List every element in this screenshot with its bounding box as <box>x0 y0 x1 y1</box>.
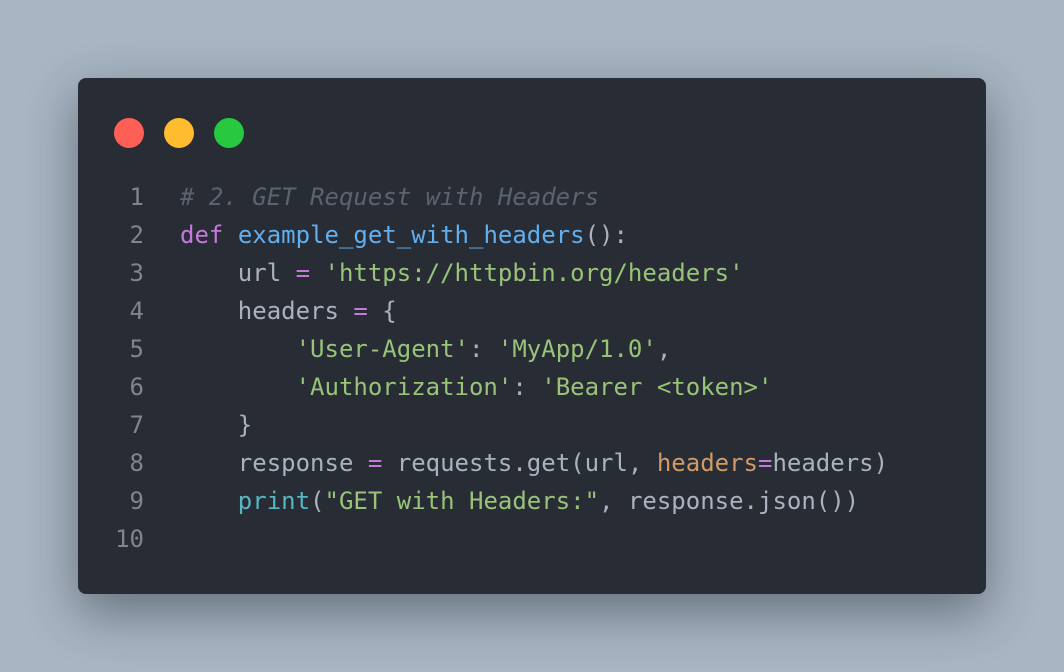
code-token-plain: ( <box>310 487 325 515</box>
line-number: 7 <box>129 411 144 439</box>
line-content: headers = { <box>180 292 397 330</box>
code-token-plain: { <box>367 297 397 325</box>
code-token-op: = <box>295 259 311 287</box>
code-line: 6 'Authorization': 'Bearer <token>' <box>78 368 986 406</box>
line-content: 'User-Agent': 'MyApp/1.0', <box>180 330 672 368</box>
line-number: 1 <box>129 183 144 211</box>
code-line: 10 <box>78 520 986 558</box>
code-token-plain: headers) <box>772 449 889 477</box>
code-token-string: 'https://httpbin.org/headers' <box>324 259 744 287</box>
line-number: 4 <box>129 297 144 325</box>
line-content: # 2. GET Request with Headers <box>180 178 599 216</box>
line-content: response = requests.get(url, headers=hea… <box>180 444 888 482</box>
code-token-string: 'Bearer <token>' <box>541 373 773 401</box>
code-window: 1 # 2. GET Request with Headers 2 def examp… <box>78 78 986 594</box>
code-line: 3 url = 'https://httpbin.org/headers' <box>78 254 986 292</box>
code-token-plain: } <box>180 411 253 439</box>
close-dot-icon <box>114 118 144 148</box>
line-number: 9 <box>129 487 144 515</box>
code-token-op: = <box>353 297 368 325</box>
code-token-func: example_get_with_headers <box>237 221 585 249</box>
code-token-string: 'User-Agent' <box>295 335 469 363</box>
code-line: 8 response = requests.get(url, headers=h… <box>78 444 986 482</box>
code-token-string: "GET with Headers:" <box>324 487 600 515</box>
code-token-comment: # 2. GET Request with Headers <box>180 183 600 211</box>
code-token-plain: headers <box>180 297 354 325</box>
line-content: } <box>180 406 252 444</box>
code-line: 7 } <box>78 406 986 444</box>
code-token-builtin: print <box>237 487 311 515</box>
line-number: 2 <box>129 221 144 249</box>
code-token-plain: (): <box>584 221 628 249</box>
code-token-op: = <box>758 449 773 477</box>
line-content: print("GET with Headers:", response.json… <box>180 482 859 520</box>
code-token-plain: , response.json()) <box>599 487 860 515</box>
line-number: 6 <box>129 373 144 401</box>
code-token-plain: requests.get(url, <box>382 449 657 477</box>
line-content: 'Authorization': 'Bearer <token>' <box>180 368 773 406</box>
code-token-plain: : <box>468 335 498 363</box>
code-line: 9 print("GET with Headers:", response.js… <box>78 482 986 520</box>
code-token-plain: : <box>512 373 542 401</box>
line-number: 8 <box>129 449 144 477</box>
line-number: 5 <box>129 335 144 363</box>
code-token-param: headers <box>656 449 758 477</box>
code-line: 1 # 2. GET Request with Headers <box>78 178 986 216</box>
line-content: def example_get_with_headers(): <box>180 216 628 254</box>
code-token-string: 'Authorization' <box>295 373 513 401</box>
minimize-dot-icon <box>164 118 194 148</box>
code-block: 1 # 2. GET Request with Headers 2 def examp… <box>78 178 986 558</box>
code-token-plain: , <box>656 335 672 363</box>
maximize-dot-icon <box>214 118 244 148</box>
code-line: 5 'User-Agent': 'MyApp/1.0', <box>78 330 986 368</box>
line-number: 3 <box>129 259 144 287</box>
code-token-string: 'MyApp/1.0' <box>497 335 657 363</box>
line-number: 10 <box>115 525 144 553</box>
code-token-plain: url <box>180 259 296 287</box>
code-token-plain: response <box>180 449 368 477</box>
code-line: 2 def example_get_with_headers(): <box>78 216 986 254</box>
code-token-keyword: def <box>180 221 224 249</box>
code-token-op: = <box>367 449 383 477</box>
line-content: url = 'https://httpbin.org/headers' <box>180 254 744 292</box>
code-line: 4 headers = { <box>78 292 986 330</box>
